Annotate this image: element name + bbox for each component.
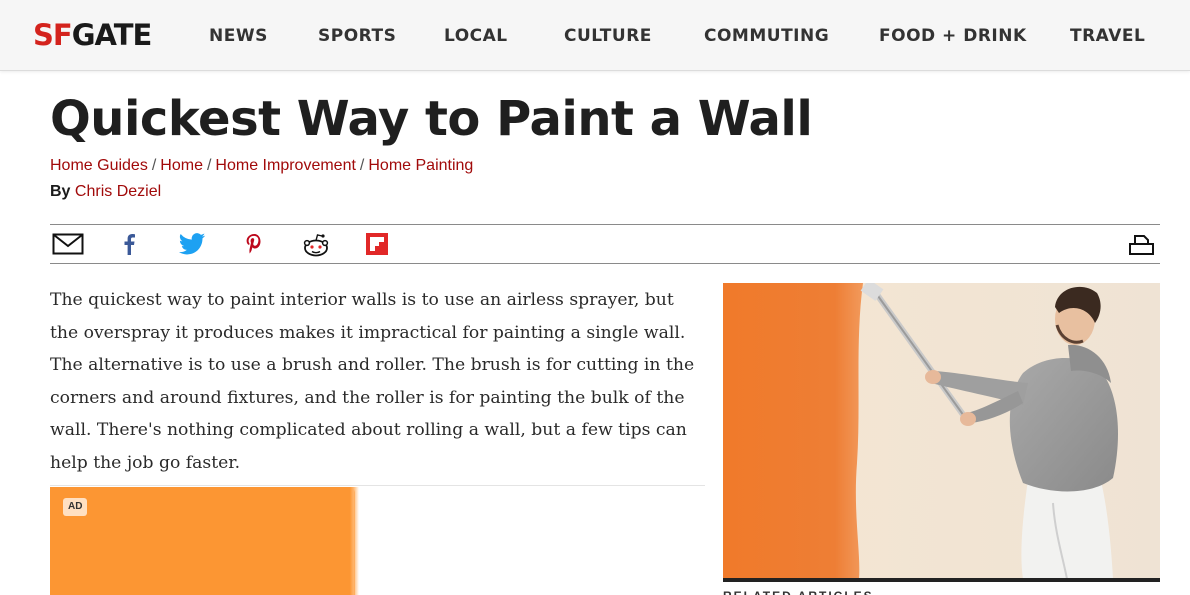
article-body: The quickest way to paint interior walls… [50, 290, 695, 473]
site-header: SFGATE NEWS SPORTS LOCAL CULTURE COMMUTI… [0, 0, 1190, 71]
breadcrumb: Home Guides / Home / Home Improvement / Home P… [50, 156, 473, 176]
related-articles-heading: RELATED ARTICLES [723, 590, 874, 595]
nav-culture[interactable]: CULTURE [564, 24, 652, 48]
breadcrumb-home-painting[interactable]: Home Painting [368, 157, 473, 174]
ad-badge: AD [63, 498, 88, 516]
breadcrumb-separator: / [359, 157, 365, 174]
byline-prefix: By [50, 183, 71, 200]
nav-sports[interactable]: SPORTS [318, 24, 396, 48]
nav-commuting[interactable]: COMMUTING [704, 24, 829, 48]
print-icon[interactable] [1128, 233, 1156, 255]
pinterest-icon[interactable] [245, 233, 273, 255]
breadcrumb-home[interactable]: Home [160, 157, 203, 174]
email-icon[interactable] [52, 233, 84, 255]
nav-food-drink[interactable]: FOOD + DRINK [879, 24, 1027, 48]
author-link[interactable]: Chris Deziel [75, 183, 161, 200]
article-title: Quickest Way to Paint a Wall [50, 91, 813, 147]
sfgate-logo[interactable]: SFGATE [33, 17, 153, 53]
man-painting-wall-photo [723, 283, 1160, 579]
photo-caption-bar [723, 578, 1160, 582]
logo-gate: GATE [71, 18, 153, 52]
content-divider [50, 485, 705, 486]
advertisement-edge [345, 487, 359, 595]
nav-local[interactable]: LOCAL [444, 24, 508, 48]
twitter-icon[interactable] [178, 233, 206, 255]
breadcrumb-separator: / [151, 157, 157, 174]
facebook-icon[interactable] [122, 233, 150, 255]
logo-sf: SF [33, 18, 73, 52]
breadcrumb-home-improvement[interactable]: Home Improvement [215, 157, 356, 174]
advertisement[interactable] [50, 487, 355, 595]
byline: By Chris Deziel [50, 182, 161, 202]
flipboard-icon[interactable] [366, 233, 394, 255]
breadcrumb-home-guides[interactable]: Home Guides [50, 157, 148, 174]
breadcrumb-separator: / [206, 157, 212, 174]
share-bar [50, 224, 1160, 264]
nav-news[interactable]: NEWS [209, 24, 268, 48]
reddit-icon[interactable] [302, 233, 330, 257]
nav-travel[interactable]: TRAVEL [1070, 24, 1145, 48]
